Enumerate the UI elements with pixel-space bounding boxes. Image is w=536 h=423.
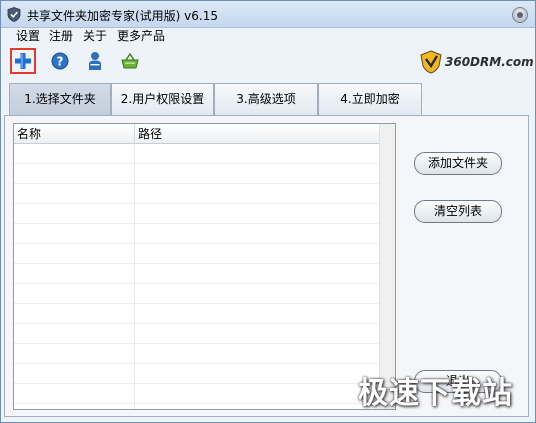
- title-bar[interactable]: 共享文件夹加密专家(试用版) v6.15: [1, 1, 535, 28]
- menu-settings[interactable]: 设置: [15, 28, 41, 46]
- list-header: 名称 路径: [14, 124, 379, 144]
- menu-bar: 设置 注册 关于 更多产品: [1, 28, 535, 46]
- window-title: 共享文件夹加密专家(试用版) v6.15: [27, 9, 218, 23]
- menu-about[interactable]: 关于: [82, 28, 108, 46]
- step-tabs: 1.选择文件夹 2.用户权限设置 3.高级选项 4.立即加密: [9, 83, 423, 115]
- tab-encrypt-now[interactable]: 4.立即加密: [318, 83, 422, 115]
- clear-list-button[interactable]: 清空列表: [414, 200, 502, 223]
- menu-register[interactable]: 注册: [48, 28, 74, 46]
- vertical-scrollbar[interactable]: [379, 124, 395, 409]
- help-icon: ?: [51, 52, 69, 70]
- close-button[interactable]: [512, 7, 528, 23]
- column-header-path[interactable]: 路径: [135, 124, 379, 144]
- menu-more-products[interactable]: 更多产品: [116, 28, 166, 46]
- plus-icon: [15, 53, 31, 69]
- user-button[interactable]: [82, 48, 108, 74]
- watermark-text: 极速下载站: [358, 376, 513, 411]
- shield-check-icon: [7, 7, 21, 22]
- tab-select-folder[interactable]: 1.选择文件夹: [9, 83, 111, 115]
- tab-advanced-options[interactable]: 3.高级选项: [214, 83, 318, 115]
- brand-logo: 360DRM.com: [417, 49, 534, 75]
- add-folder-button[interactable]: 添加文件夹: [414, 152, 502, 175]
- brand-text: 360DRM.com: [445, 55, 534, 69]
- column-header-name[interactable]: 名称: [14, 124, 135, 144]
- svg-text:?: ?: [57, 55, 64, 69]
- toolbar: ? 360DRM.com: [1, 46, 535, 78]
- help-button[interactable]: ?: [47, 48, 73, 74]
- basket-icon: [121, 52, 139, 69]
- add-button[interactable]: [10, 48, 36, 74]
- tab-user-permissions[interactable]: 2.用户权限设置: [111, 83, 214, 115]
- folder-list[interactable]: 名称 路径: [13, 123, 396, 410]
- list-body[interactable]: [14, 144, 379, 409]
- app-window: 共享文件夹加密专家(试用版) v6.15 设置 注册 关于 更多产品 ? 360…: [0, 0, 536, 423]
- purchase-button[interactable]: [117, 48, 143, 74]
- brand-shield-icon: [420, 50, 442, 74]
- user-icon: [89, 52, 101, 70]
